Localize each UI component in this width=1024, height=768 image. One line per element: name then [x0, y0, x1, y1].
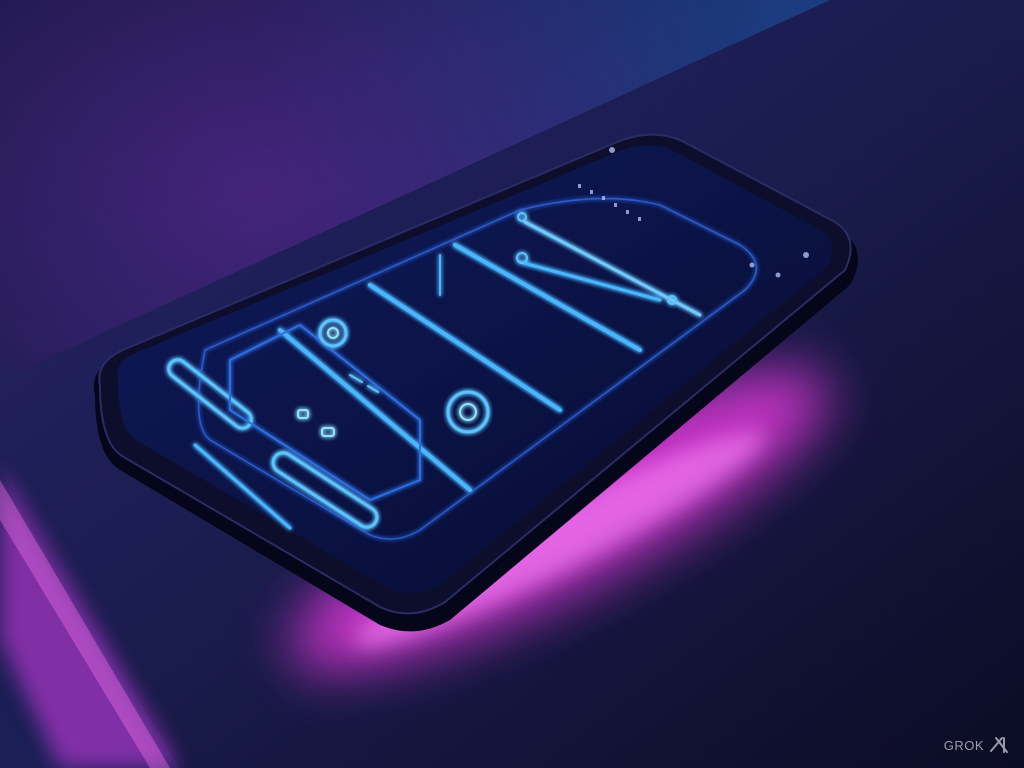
status-icon-right	[803, 252, 809, 258]
status-icon-top	[609, 147, 615, 153]
grok-logo-icon	[990, 737, 1008, 753]
header-mark-6	[638, 217, 641, 221]
header-mark-4	[614, 203, 617, 207]
header-mark-3	[602, 196, 605, 200]
header-mark-5	[626, 210, 629, 214]
status-icon-right-2	[775, 272, 781, 278]
watermark-text: GROK	[943, 737, 984, 753]
header-mark-2	[590, 190, 593, 194]
watermark: GROK	[944, 734, 1010, 756]
header-mark-1	[578, 184, 581, 188]
status-icon-right-3	[749, 262, 755, 268]
scene	[0, 0, 1024, 768]
